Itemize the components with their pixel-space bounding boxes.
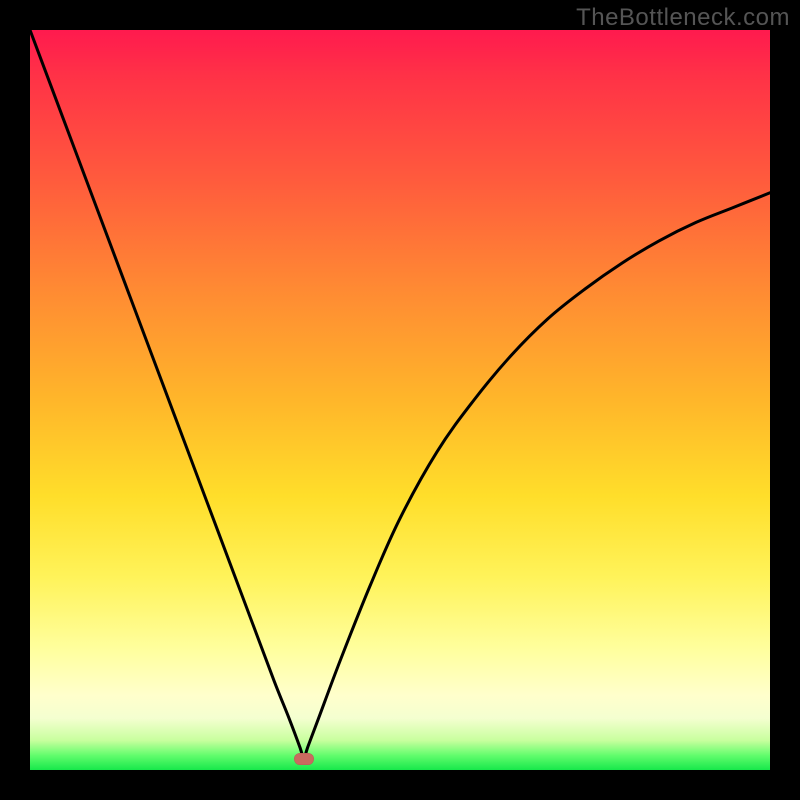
minimum-marker xyxy=(294,753,314,765)
bottleneck-curve xyxy=(30,30,770,759)
plot-area xyxy=(30,30,770,770)
watermark-label: TheBottleneck.com xyxy=(576,4,790,32)
curve-layer xyxy=(30,30,770,770)
chart-frame: TheBottleneck.com xyxy=(0,0,800,800)
